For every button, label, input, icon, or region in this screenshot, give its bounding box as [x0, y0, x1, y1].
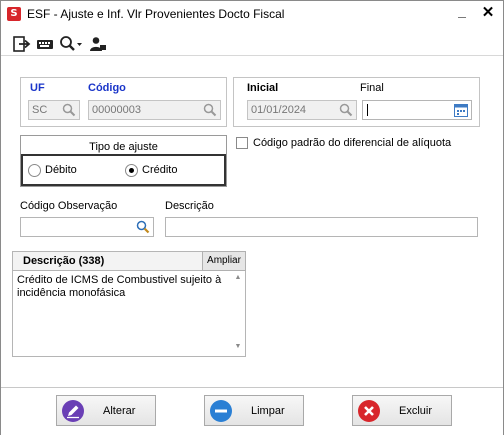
descricao-field[interactable]	[165, 217, 478, 237]
minimize-button[interactable]: _	[453, 3, 471, 23]
exit-icon[interactable]	[13, 36, 31, 52]
codigo-label: Código	[88, 82, 126, 94]
memo-text: Crédito de ICMS de Combustivel sujeito à…	[17, 274, 222, 299]
delete-icon	[358, 400, 380, 422]
inicial-label: Inicial	[247, 82, 279, 94]
debito-label: Débito	[45, 164, 77, 176]
final-field[interactable]	[362, 100, 472, 120]
excluir-label: Excluir	[399, 405, 433, 417]
limpar-label: Limpar	[251, 405, 285, 417]
close-button[interactable]: ✕	[479, 3, 497, 23]
inicial-value: 01/01/2024	[251, 104, 307, 116]
periodo-group: Inicial Final 01/01/2024	[233, 77, 480, 127]
toolbar	[1, 28, 503, 56]
uf-value: SC	[32, 104, 48, 116]
descricao-memo[interactable]: Crédito de ICMS de Combustivel sujeito à…	[12, 271, 246, 357]
search-dropdown-icon[interactable]	[59, 36, 83, 52]
keyboard-icon[interactable]	[36, 36, 54, 52]
inicial-field[interactable]: 01/01/2024	[247, 100, 357, 120]
uf-search-icon[interactable]	[62, 103, 76, 117]
scroll-down-icon[interactable]: ▼	[232, 343, 244, 353]
uf-label: UF	[30, 82, 45, 94]
final-label: Final	[360, 82, 384, 94]
footer: Alterar Limpar Excluir	[1, 387, 503, 435]
alterar-label: Alterar	[103, 405, 136, 417]
debito-radio[interactable]	[28, 164, 41, 177]
pencil-icon	[62, 400, 84, 422]
memo-title: Descrição (338)	[23, 255, 105, 267]
text-cursor	[367, 104, 368, 116]
scroll-up-icon[interactable]: ▲	[232, 274, 244, 284]
calendar-icon[interactable]	[454, 103, 468, 117]
codigo-obs-field[interactable]	[20, 217, 154, 237]
excluir-button[interactable]: Excluir	[352, 395, 452, 426]
codigo-padrao-label: Código padrão do diferencial de alíquota	[253, 137, 452, 149]
codigo-padrao-checkbox[interactable]	[236, 137, 248, 149]
codigo-search-icon[interactable]	[203, 103, 217, 117]
inicial-search-icon[interactable]	[339, 103, 353, 117]
user-icon[interactable]	[89, 36, 107, 52]
codigo-value: 00000003	[92, 104, 141, 116]
tipo-ajuste-label: Tipo de ajuste	[89, 141, 158, 153]
codigo-obs-label: Código Observação	[20, 200, 118, 212]
credito-radio[interactable]	[125, 164, 138, 177]
codigo-obs-search-icon[interactable]	[136, 220, 150, 234]
tipo-ajuste-options: Débito Crédito	[21, 154, 226, 186]
credito-radio-dot	[129, 168, 134, 173]
codigo-field[interactable]: 00000003	[88, 100, 221, 120]
app-logo-icon: S	[7, 7, 21, 21]
minus-icon	[210, 400, 232, 422]
tipo-ajuste-group: Tipo de ajuste Débito Crédito	[20, 135, 227, 187]
credito-label: Crédito	[142, 164, 178, 176]
form-area: UF Código SC 00000003 Inicial Final 01/0…	[1, 57, 503, 387]
alterar-button[interactable]: Alterar	[56, 395, 156, 426]
window-title: ESF - Ajuste e Inf. Vlr Provenientes Doc…	[27, 7, 285, 21]
title-bar: S ESF - Ajuste e Inf. Vlr Provenientes D…	[1, 1, 503, 27]
limpar-button[interactable]: Limpar	[204, 395, 304, 426]
descricao-label: Descrição	[165, 200, 214, 212]
main-window: S ESF - Ajuste e Inf. Vlr Provenientes D…	[0, 0, 504, 435]
ampliar-button[interactable]: Ampliar	[202, 251, 246, 271]
uf-codigo-group: UF Código SC 00000003	[20, 77, 227, 127]
uf-field[interactable]: SC	[28, 100, 80, 120]
